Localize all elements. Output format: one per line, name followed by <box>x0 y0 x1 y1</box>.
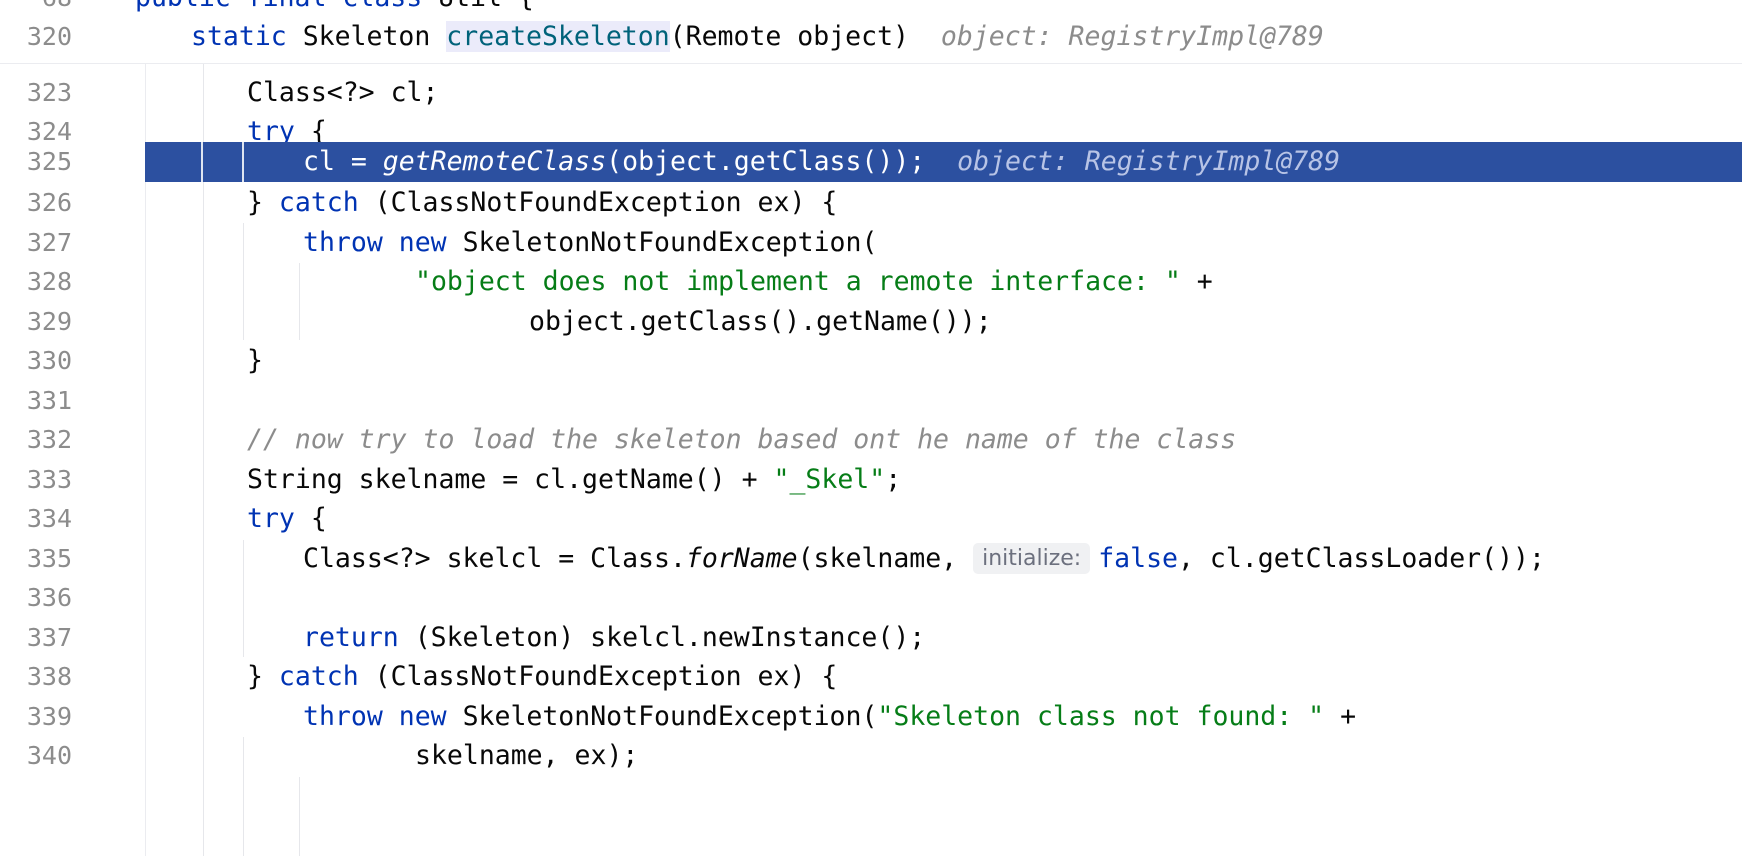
code-text: throw new SkeletonNotFoundException("Ske… <box>303 701 1357 732</box>
line-number: 332 <box>26 425 72 454</box>
code-line-339[interactable]: 339 throw new SkeletonNotFoundException(… <box>0 695 1742 739</box>
code-text: cl = getRemoteClass(object.getClass()); … <box>303 146 1341 177</box>
code-line-338[interactable]: 338 } catch (ClassNotFoundException ex) … <box>0 655 1742 699</box>
code-line-337[interactable]: 337 return (Skeleton) skelcl.newInstance… <box>0 616 1742 660</box>
line-number: 335 <box>26 544 72 573</box>
line-number: 320 <box>26 22 72 51</box>
code-text: } catch (ClassNotFoundException ex) { <box>247 661 838 692</box>
method-name[interactable]: createSkeleton <box>446 21 670 52</box>
line-number: 325 <box>26 147 72 176</box>
code-text: static Skeleton createSkeleton(Remote ob… <box>191 21 1324 52</box>
code-text: skelname, ex); <box>415 740 639 771</box>
code-line-331[interactable]: 331 <box>0 379 1742 423</box>
indent-guide <box>201 142 203 182</box>
line-number: 338 <box>26 662 72 691</box>
sticky-line-320[interactable]: 320 static Skeleton createSkeleton(Remot… <box>0 15 1742 59</box>
inline-debug-value: object: RegistryImpl@789 <box>940 21 1324 52</box>
line-number: 336 <box>26 583 72 612</box>
code-line-334[interactable]: 334 try { <box>0 497 1742 541</box>
line-number: 331 <box>26 386 72 415</box>
code-line-335[interactable]: 335 Class<?> skelcl = Class.forName(skel… <box>0 537 1742 581</box>
code-text: String skelname = cl.getName() + "_Skel"… <box>247 464 902 495</box>
code-line-326[interactable]: 326 } catch (ClassNotFoundException ex) … <box>0 181 1742 225</box>
line-number: 329 <box>26 307 72 336</box>
code-line-323[interactable]: 323 Class<?> cl; <box>0 71 1742 115</box>
line-number: 340 <box>26 741 72 770</box>
code-line-333[interactable]: 333 String skelname = cl.getName() + "_S… <box>0 458 1742 502</box>
line-number: 337 <box>26 623 72 652</box>
current-execution-line-325[interactable]: 325 cl = getRemoteClass(object.getClass(… <box>0 142 1742 182</box>
line-number: 327 <box>26 228 72 257</box>
code-line-332[interactable]: 332 // now try to load the skeleton base… <box>0 418 1742 462</box>
indent-guide <box>299 777 300 856</box>
line-number: 328 <box>26 267 72 296</box>
code-text: } catch (ClassNotFoundException ex) { <box>247 187 838 218</box>
code-line-340[interactable]: 340 skelname, ex); <box>0 734 1742 778</box>
code-text: } <box>247 345 263 376</box>
line-number: 333 <box>26 465 72 494</box>
line-number: 334 <box>26 504 72 533</box>
code-line-327[interactable]: 327 throw new SkeletonNotFoundException( <box>0 221 1742 265</box>
method-call[interactable]: forName <box>686 543 798 574</box>
line-number: 339 <box>26 702 72 731</box>
code-line-336[interactable]: 336 <box>0 576 1742 620</box>
method-call[interactable]: getRemoteClass <box>383 146 606 177</box>
code-comment: // now try to load the skeleton based on… <box>247 424 1237 455</box>
parameter-name-hint: initialize: <box>973 543 1091 574</box>
code-line-328[interactable]: 328 "object does not implement a remote … <box>0 260 1742 304</box>
code-line-330[interactable]: 330 } <box>0 339 1742 383</box>
line-number: 330 <box>26 346 72 375</box>
inline-debug-value: object: RegistryImpl@789 <box>957 146 1341 177</box>
sticky-scope-header: 68 public final class Util { 320 static … <box>0 0 1742 64</box>
code-line-329[interactable]: 329 object.getClass().getName()); <box>0 300 1742 344</box>
code-text: return (Skeleton) skelcl.newInstance(); <box>303 622 926 653</box>
code-text: try { <box>247 503 327 534</box>
code-text: Class<?> cl; <box>247 77 439 108</box>
code-text: "object does not implement a remote inte… <box>415 266 1213 297</box>
indent-guide <box>242 142 244 182</box>
code-text: throw new SkeletonNotFoundException( <box>303 227 878 258</box>
line-number: 323 <box>26 78 72 107</box>
line-number: 326 <box>26 188 72 217</box>
code-text: object.getClass().getName()); <box>529 306 992 337</box>
